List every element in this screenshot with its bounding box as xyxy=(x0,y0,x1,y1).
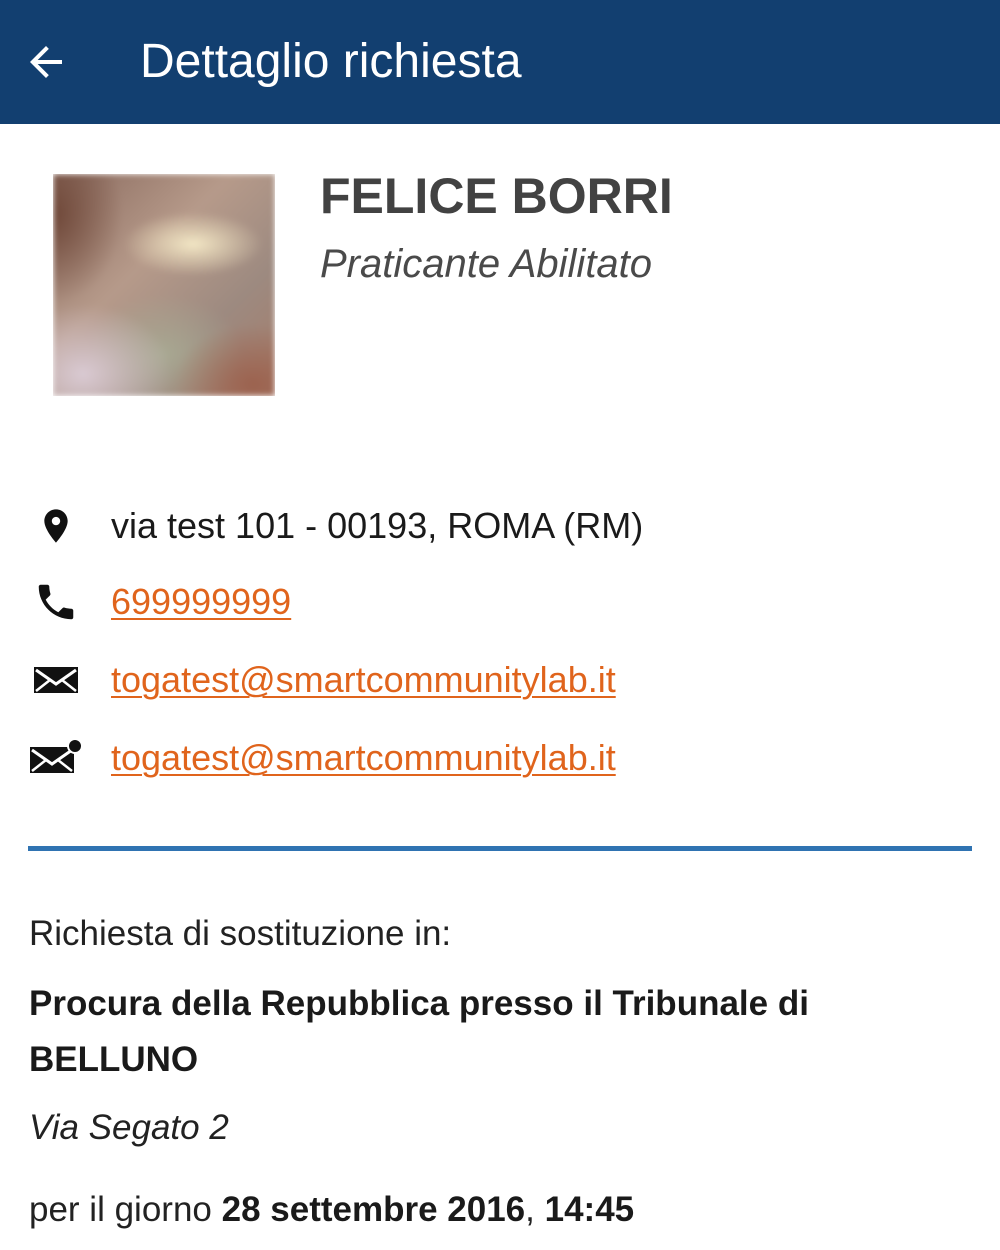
envelope-dot-icon xyxy=(28,730,84,786)
profile-name: FELICE BORRI xyxy=(320,168,673,224)
contact-pec-row[interactable]: togatest@smartcommunitylab.it xyxy=(0,730,1000,790)
section-divider xyxy=(28,846,972,851)
date-prefix: per il giorno xyxy=(29,1190,222,1229)
email-link[interactable]: togatest@smartcommunitylab.it xyxy=(111,656,616,704)
avatar xyxy=(53,174,275,396)
request-date: 28 settembre 2016 xyxy=(221,1190,526,1229)
pec-email-link[interactable]: togatest@smartcommunitylab.it xyxy=(111,734,616,782)
phone-link[interactable]: 699999999 xyxy=(111,578,291,626)
address-text: via test 101 - 00193, ROMA (RM) xyxy=(111,505,644,546)
back-button[interactable] xyxy=(14,30,78,94)
request-date-line: per il giorno 28 settembre 2016, 14:45 xyxy=(29,1186,634,1234)
request-address: Via Segato 2 xyxy=(29,1108,229,1147)
profile-role: Praticante Abilitato xyxy=(320,242,653,286)
avatar-image xyxy=(53,174,275,396)
contact-address-row: via test 101 - 00193, ROMA (RM) xyxy=(0,498,1000,558)
contact-phone-row[interactable]: 699999999 xyxy=(0,574,1000,634)
request-time: 14:45 xyxy=(544,1190,635,1229)
request-intro: Richiesta di sostituzione in: xyxy=(29,914,452,953)
location-pin-icon xyxy=(28,498,84,554)
contact-email-row[interactable]: togatest@smartcommunitylab.it xyxy=(0,652,1000,712)
envelope-icon xyxy=(28,652,84,708)
date-separator: , xyxy=(525,1190,545,1229)
request-office: Procura della Repubblica presso il Tribu… xyxy=(29,984,809,1079)
arrow-left-icon xyxy=(30,46,62,78)
app-bar: Dettaglio richiesta xyxy=(0,0,1000,124)
phone-icon xyxy=(28,574,84,630)
page-title: Dettaglio richiesta xyxy=(140,35,522,88)
